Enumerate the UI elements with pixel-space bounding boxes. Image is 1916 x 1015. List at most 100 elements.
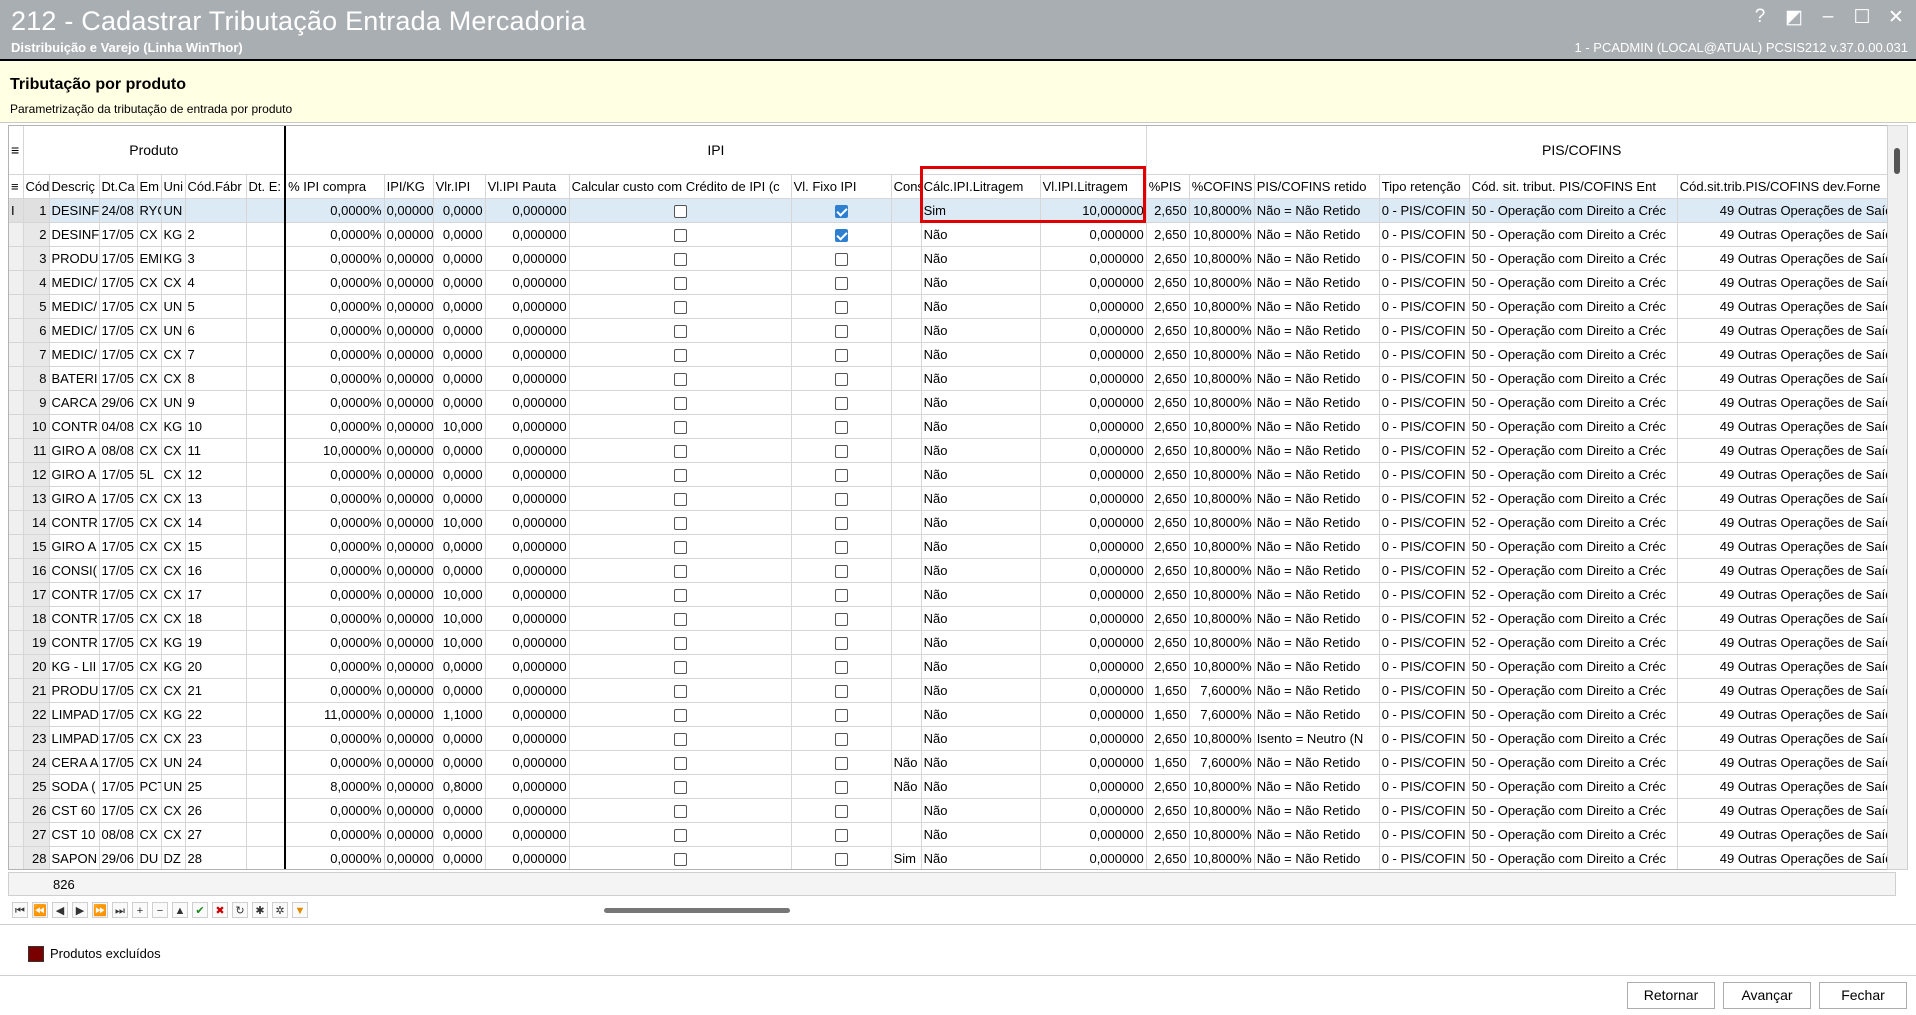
prev-page-icon[interactable]: ⏪	[32, 902, 48, 918]
table-cell[interactable]: Não	[921, 438, 1041, 463]
table-cell[interactable]: 10,8000%	[1189, 414, 1255, 439]
row-indicator[interactable]	[9, 702, 24, 727]
table-cell[interactable]: 0,000000	[485, 318, 570, 343]
table-cell[interactable]: 0,0000	[433, 342, 486, 367]
table-cell[interactable]	[891, 702, 922, 727]
table-cell[interactable]: 52 - Operação com Direito a Créc	[1469, 582, 1678, 607]
table-cell[interactable]: 0,00000	[384, 846, 434, 869]
table-cell[interactable]: 0,0000%	[284, 246, 385, 271]
table-row[interactable]: 11 GIRO A 08/08 CX CX 11 10,0000% 0,00000 0,0000…	[9, 438, 1895, 463]
table-cell[interactable]: 0,00000	[384, 606, 434, 631]
table-cell-checkbox[interactable]	[791, 750, 892, 775]
table-cell[interactable]: 50 - Operação com Direito a Créc	[1469, 366, 1678, 391]
product-tax-grid[interactable]: ≡ Produto IPI PIS/COFINS ≡ Cód Descriç Dt.…	[8, 125, 1896, 870]
table-cell[interactable]: 0,0000	[433, 678, 486, 703]
table-cell[interactable]: 0,000000	[1040, 246, 1147, 271]
table-cell[interactable]: CX	[137, 726, 162, 751]
checkbox[interactable]	[834, 636, 848, 650]
table-cell[interactable]: 2,650	[1146, 246, 1190, 271]
table-cell[interactable]: 17/05	[99, 750, 138, 775]
row-indicator[interactable]	[9, 654, 24, 679]
table-cell[interactable]: 25	[185, 774, 247, 799]
table-cell[interactable]: Não	[921, 414, 1041, 439]
bookmark-icon[interactable]: ✱	[252, 902, 268, 918]
table-row[interactable]: 18 CONTR 17/05 CX CX 18 0,0000% 0,00000 10,000 0,…	[9, 606, 1895, 631]
table-cell[interactable]: 0,00000	[384, 462, 434, 487]
column-header[interactable]: Cód.sit.trib.PIS/COFINS dev.Forne	[1677, 174, 1895, 199]
checkbox[interactable]	[834, 756, 848, 770]
table-cell[interactable]: 11	[23, 438, 50, 463]
table-cell[interactable]: 0,000000	[1040, 702, 1147, 727]
table-cell[interactable]: Não	[921, 462, 1041, 487]
table-cell[interactable]: 49 Outras Operações de Saída	[1677, 294, 1895, 319]
table-cell[interactable]: 52 - Operação com Direito a Créc	[1469, 606, 1678, 631]
table-cell[interactable]: Não = Não Retido	[1254, 438, 1380, 463]
table-cell[interactable]: 0 - PIS/COFIN	[1379, 390, 1470, 415]
table-cell[interactable]: 0,0000%	[284, 558, 385, 583]
table-cell[interactable]: 28	[185, 846, 247, 869]
table-row[interactable]: 26 CST 60 17/05 CX CX 26 0,0000% 0,00000 0,0000 0…	[9, 798, 1895, 823]
table-row[interactable]: 17 CONTR 17/05 CX CX 17 0,0000% 0,00000 10,000 0,…	[9, 582, 1895, 607]
next-button[interactable]: Avançar	[1723, 982, 1811, 1009]
table-cell[interactable]: 52 - Operação com Direito a Créc	[1469, 486, 1678, 511]
table-cell[interactable]: 11	[185, 438, 247, 463]
table-cell[interactable]: KG - LII	[49, 654, 100, 679]
table-cell[interactable]: 0 - PIS/COFIN	[1379, 558, 1470, 583]
table-cell[interactable]: 49 Outras Operações de Saída	[1677, 534, 1895, 559]
table-cell[interactable]: 0 - PIS/COFIN	[1379, 462, 1470, 487]
table-cell[interactable]: 0 - PIS/COFIN	[1379, 294, 1470, 319]
checkbox[interactable]	[834, 396, 848, 410]
table-cell[interactable]: MEDIC/	[49, 294, 100, 319]
table-cell[interactable]: 10,8000%	[1189, 438, 1255, 463]
table-row[interactable]: 21 PRODU 17/05 CX CX 21 0,0000% 0,00000 0,0000 0,…	[9, 678, 1895, 703]
table-cell[interactable]: 0 - PIS/COFIN	[1379, 630, 1470, 655]
table-cell[interactable]: 16	[23, 558, 50, 583]
table-cell[interactable]: 49 Outras Operações de Saída	[1677, 678, 1895, 703]
table-cell[interactable]: UN	[161, 750, 186, 775]
table-cell[interactable]: KG	[161, 414, 186, 439]
table-cell-checkbox[interactable]	[791, 270, 892, 295]
table-cell[interactable]: CONTR	[49, 510, 100, 535]
table-cell[interactable]: 0,000000	[485, 438, 570, 463]
table-cell-checkbox[interactable]	[791, 246, 892, 271]
table-cell[interactable]: CX	[137, 534, 162, 559]
table-cell[interactable]: 0,000000	[485, 486, 570, 511]
table-cell[interactable]	[246, 198, 286, 223]
next-record-icon[interactable]: ▶	[72, 902, 88, 918]
table-cell[interactable]: 29/06	[99, 390, 138, 415]
table-cell[interactable]: 21	[185, 678, 247, 703]
table-cell[interactable]: KG	[161, 246, 186, 271]
column-selector-icon[interactable]: ≡	[9, 174, 24, 199]
table-cell[interactable]: 0,0000%	[284, 222, 385, 247]
table-cell[interactable]: Não = Não Retido	[1254, 366, 1380, 391]
table-cell[interactable]: 17/05	[99, 606, 138, 631]
table-cell[interactable]: 0,000000	[1040, 846, 1147, 869]
table-cell[interactable]: CST 60	[49, 798, 100, 823]
column-header[interactable]: Calcular custo com Crédito de IPI (c	[569, 174, 792, 199]
table-cell[interactable]: 20	[23, 654, 50, 679]
table-cell[interactable]: 2,650	[1146, 726, 1190, 751]
table-cell[interactable]: 0 - PIS/COFIN	[1379, 246, 1470, 271]
table-cell[interactable]: Não	[921, 246, 1041, 271]
table-cell[interactable]	[246, 390, 286, 415]
table-cell[interactable]: 1,650	[1146, 702, 1190, 727]
table-cell[interactable]: 08/08	[99, 822, 138, 847]
table-row[interactable]: 3PRODU17/05EMBKG30,0000%0,000000,00000,0…	[9, 246, 1895, 271]
table-cell[interactable]: 0,8000	[433, 774, 486, 799]
table-cell[interactable]: 0,000000	[1040, 582, 1147, 607]
table-cell[interactable]: 14	[185, 510, 247, 535]
table-cell[interactable]: Não = Não Retido	[1254, 822, 1380, 847]
table-cell[interactable]: Não	[921, 678, 1041, 703]
row-indicator[interactable]	[9, 558, 24, 583]
checkbox[interactable]	[834, 540, 848, 554]
table-cell-checkbox[interactable]	[791, 558, 892, 583]
table-cell[interactable]: 0 - PIS/COFIN	[1379, 606, 1470, 631]
checkbox[interactable]	[673, 540, 687, 554]
column-header[interactable]: Cód	[23, 174, 50, 199]
table-cell-checkbox[interactable]	[569, 774, 792, 799]
table-cell[interactable]: 0,000000	[485, 726, 570, 751]
table-cell[interactable]	[891, 414, 922, 439]
table-cell[interactable]: Não = Não Retido	[1254, 390, 1380, 415]
table-cell[interactable]: Não	[921, 654, 1041, 679]
table-cell[interactable]: 10,8000%	[1189, 246, 1255, 271]
